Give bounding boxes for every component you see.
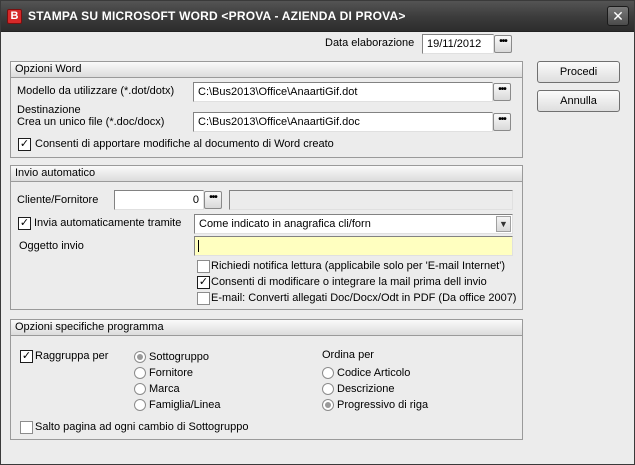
- opzioni-specifiche-title: Opzioni specifiche programma: [11, 320, 522, 336]
- invio-automatico-title: Invio automatico: [11, 166, 522, 182]
- modello-field[interactable]: C:\Bus2013\Office\AnaartiGif.dot: [193, 82, 493, 102]
- ordina-per-label: Ordina per: [322, 349, 374, 361]
- famiglia-linea-label[interactable]: Famiglia/Linea: [149, 399, 221, 411]
- opzioni-word-title: Opzioni Word: [11, 62, 522, 78]
- salto-pagina-checkbox[interactable]: [20, 421, 33, 434]
- chevron-down-icon[interactable]: ▼: [496, 216, 511, 232]
- fornitore-label[interactable]: Fornitore: [149, 367, 193, 379]
- descrizione-label[interactable]: Descrizione: [337, 383, 394, 395]
- destinazione-label: Destinazione: [17, 104, 81, 116]
- radio-descrizione[interactable]: [322, 383, 334, 395]
- sottogruppo-label[interactable]: Sottogruppo: [149, 351, 209, 363]
- invia-tramite-select[interactable]: Come indicato in anagrafica cli/forn: [194, 214, 513, 234]
- converti-allegati-label[interactable]: E-mail: Converti allegati Doc/Docx/Odt i…: [211, 292, 516, 304]
- richiedi-notifica-checkbox[interactable]: [197, 260, 210, 273]
- oggetto-invio-label: Oggetto invio: [19, 240, 84, 252]
- radio-fornitore[interactable]: [134, 367, 146, 379]
- cliente-fornitore-description: [229, 190, 513, 210]
- invia-tramite-value: Come indicato in anagrafica cli/forn: [199, 218, 371, 230]
- converti-allegati-checkbox[interactable]: [197, 292, 210, 305]
- annulla-button[interactable]: Annulla: [537, 90, 620, 112]
- modello-browse-button[interactable]: •••: [493, 83, 511, 101]
- text-cursor: [198, 240, 199, 252]
- salto-pagina-label[interactable]: Salto pagina ad ogni cambio di Sottogrup…: [35, 421, 248, 433]
- oggetto-invio-field[interactable]: [194, 236, 513, 256]
- window-title: STAMPA SU MICROSOFT WORD <PROVA - AZIEND…: [28, 9, 406, 23]
- data-elaborazione-picker-button[interactable]: •••: [494, 35, 512, 53]
- radio-sottogruppo[interactable]: [134, 351, 146, 363]
- data-elaborazione-field[interactable]: 19/11/2012: [422, 34, 494, 54]
- procedi-label: Procedi: [559, 66, 598, 78]
- radio-famiglia-linea[interactable]: [134, 399, 146, 411]
- consenti-modifiche-checkbox[interactable]: ✓: [18, 138, 31, 151]
- radio-codice-articolo[interactable]: [322, 367, 334, 379]
- consenti-modifiche-label[interactable]: Consenti di apportare modifiche al docum…: [35, 138, 334, 150]
- annulla-label: Annulla: [560, 95, 597, 107]
- ellipsis-icon: •••: [499, 36, 507, 47]
- invia-automaticamente-checkbox[interactable]: ✓: [18, 217, 31, 230]
- dialog-window: B STAMPA SU MICROSOFT WORD <PROVA - AZIE…: [0, 0, 635, 465]
- marca-label[interactable]: Marca: [149, 383, 180, 395]
- ellipsis-icon: •••: [498, 114, 506, 125]
- app-icon: B: [7, 9, 22, 24]
- cliente-fornitore-label: Cliente/Fornitore: [17, 194, 99, 206]
- invia-automaticamente-label[interactable]: Invia automaticamente tramite: [34, 217, 181, 229]
- raggruppa-per-checkbox[interactable]: ✓: [20, 350, 33, 363]
- ellipsis-icon: •••: [209, 192, 217, 203]
- codice-articolo-label[interactable]: Codice Articolo: [337, 367, 410, 379]
- destinazione-field[interactable]: C:\Bus2013\Office\AnaartiGif.doc: [193, 112, 493, 132]
- ellipsis-icon: •••: [498, 84, 506, 95]
- radio-progressivo-di-riga[interactable]: [322, 399, 334, 411]
- richiedi-notifica-label[interactable]: Richiedi notifica lettura (applicabile s…: [211, 260, 505, 272]
- progressivo-di-riga-label[interactable]: Progressivo di riga: [337, 399, 428, 411]
- close-button[interactable]: ✕: [607, 6, 629, 26]
- destinazione-browse-button[interactable]: •••: [493, 113, 511, 131]
- consenti-modificare-mail-label[interactable]: Consenti di modificare o integrare la ma…: [211, 276, 487, 288]
- consenti-modificare-mail-checkbox[interactable]: ✓: [197, 276, 210, 289]
- cliente-fornitore-field[interactable]: 0: [114, 190, 204, 210]
- raggruppa-per-label[interactable]: Raggruppa per: [35, 350, 108, 362]
- title-bar[interactable]: B STAMPA SU MICROSOFT WORD <PROVA - AZIE…: [1, 1, 634, 32]
- data-elaborazione-label: Data elaborazione: [325, 37, 415, 49]
- cliente-fornitore-lookup-button[interactable]: •••: [204, 191, 222, 209]
- crea-unico-file-label: Crea un unico file (*.doc/docx): [17, 116, 165, 128]
- radio-marca[interactable]: [134, 383, 146, 395]
- close-icon: ✕: [612, 8, 624, 24]
- procedi-button[interactable]: Procedi: [537, 61, 620, 83]
- modello-label: Modello da utilizzare (*.dot/dotx): [17, 85, 175, 97]
